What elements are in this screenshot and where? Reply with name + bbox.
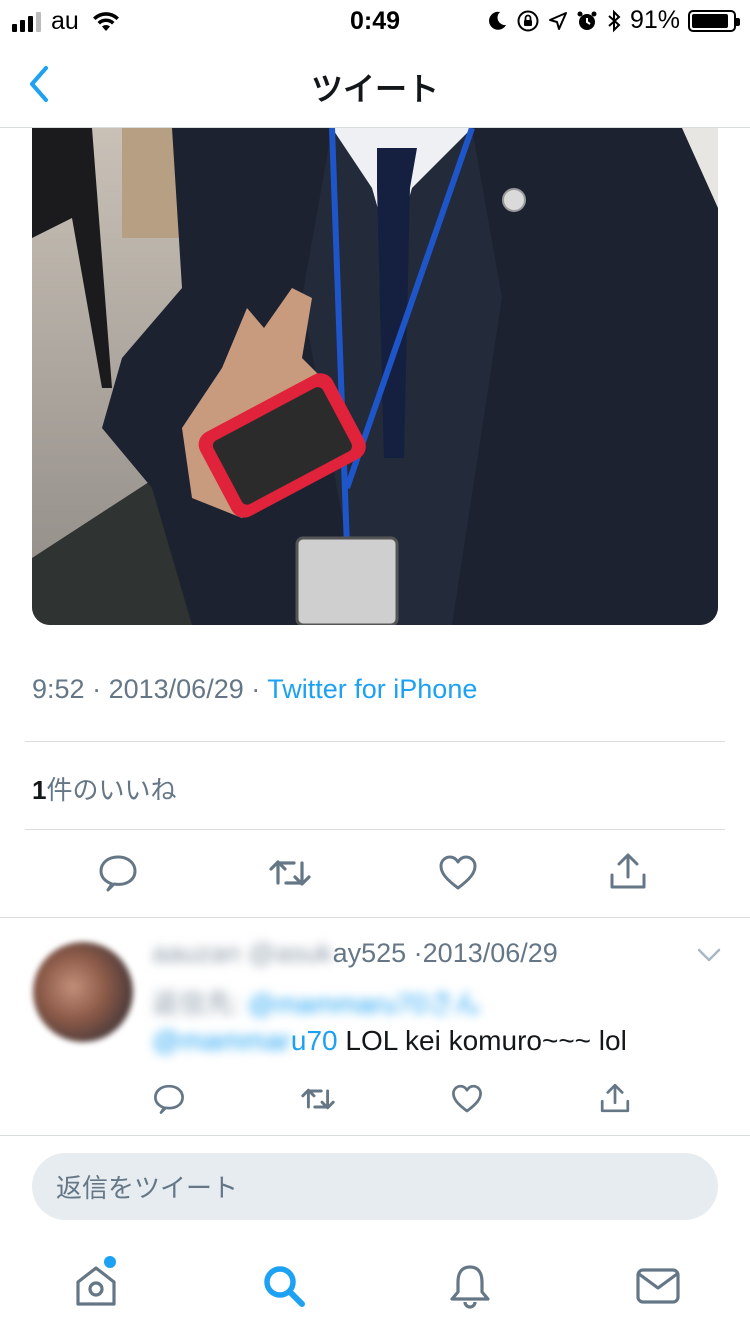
nav-bar: ツイート (0, 40, 750, 128)
like-icon (452, 1084, 482, 1113)
reply-separator: · (413, 938, 423, 968)
battery-icon (688, 9, 740, 32)
reply-to-line: 返信先: @mammaru70さん (152, 982, 481, 1021)
reply-share-button[interactable] (599, 1081, 631, 1115)
tweet-meta: 9:52 · 2013/06/29 · Twitter for iPhone (32, 674, 477, 705)
likes-summary[interactable]: 1件のいいね (32, 770, 176, 807)
home-icon (76, 1266, 116, 1306)
reply-compose-input[interactable]: 返信をツイート (32, 1153, 718, 1220)
reply-header: aauzan @asukay525 ·2013/06/29 (152, 938, 558, 969)
section-divider (0, 917, 750, 918)
notifications-icon (450, 1265, 490, 1309)
reply-reply-button[interactable] (153, 1083, 185, 1115)
tweet-time: 9:52 (32, 674, 85, 704)
retweet-button[interactable] (268, 853, 312, 893)
reply-icon (99, 855, 137, 892)
like-button[interactable] (438, 853, 478, 893)
alarm-icon (577, 11, 597, 30)
moon-icon (489, 11, 506, 30)
divider (25, 829, 725, 830)
reply-icon (154, 1084, 184, 1114)
chevron-down-icon (697, 948, 721, 962)
reply-to-prefix: 返信先: (152, 989, 241, 1019)
new-tweets-dot (104, 1256, 116, 1268)
tab-home[interactable] (72, 1262, 120, 1310)
reply-mention-hidden[interactable]: @mammar (152, 1025, 291, 1057)
page-title: ツイート (310, 71, 439, 107)
reply-date: 2013/06/29 (422, 938, 558, 968)
reply-button[interactable] (98, 853, 138, 893)
reply-handle: ay525 (332, 938, 407, 968)
share-icon (600, 1083, 630, 1113)
tab-search[interactable] (260, 1262, 308, 1310)
location-icon (548, 11, 567, 30)
share-button[interactable] (608, 851, 648, 891)
likes-label: 件のいいね (46, 775, 177, 805)
share-icon (610, 853, 646, 889)
search-icon (264, 1266, 305, 1307)
reply-text: LOL kei komuro~~~ lol (337, 1025, 627, 1056)
battery-percent: 91% (629, 6, 680, 34)
status-bar: au 0:49 91% (0, 0, 750, 40)
reply-handle-hidden: @asuk (248, 938, 333, 968)
messages-icon (636, 1268, 680, 1304)
tweet-photo[interactable] (32, 128, 718, 625)
bluetooth-icon (608, 9, 621, 32)
retweet-icon (301, 1088, 335, 1110)
likes-count: 1 (32, 775, 47, 805)
tweet-date: 2013/06/29 (108, 674, 244, 704)
divider (25, 741, 725, 742)
like-icon (439, 855, 477, 890)
rotation-lock-icon (517, 10, 539, 31)
reply-retweet-button[interactable] (300, 1083, 336, 1115)
status-right: 91% (486, 6, 740, 35)
tab-messages[interactable] (634, 1262, 682, 1310)
meta-separator: · (251, 674, 261, 704)
reply-like-button[interactable] (451, 1083, 483, 1115)
retweet-icon (269, 860, 311, 886)
battery-fill (692, 13, 729, 28)
tweet-menu-button[interactable] (694, 940, 724, 970)
photo-image (32, 128, 718, 625)
reply-avatar[interactable] (33, 942, 133, 1042)
tweet-source-link[interactable]: Twitter for iPhone (267, 674, 477, 704)
section-divider (0, 1135, 750, 1136)
reply-mention[interactable]: u70 (291, 1025, 338, 1056)
compose-placeholder: 返信をツイート (56, 1173, 239, 1203)
reply-to-handle[interactable]: @mammaru70さん (248, 982, 481, 1021)
meta-separator: · (92, 674, 102, 704)
reply-body: @mammaru70 LOL kei komuro~~~ lol (152, 1025, 627, 1057)
reply-author-name[interactable]: aauzan (152, 938, 241, 969)
tab-notifications[interactable] (446, 1262, 494, 1310)
